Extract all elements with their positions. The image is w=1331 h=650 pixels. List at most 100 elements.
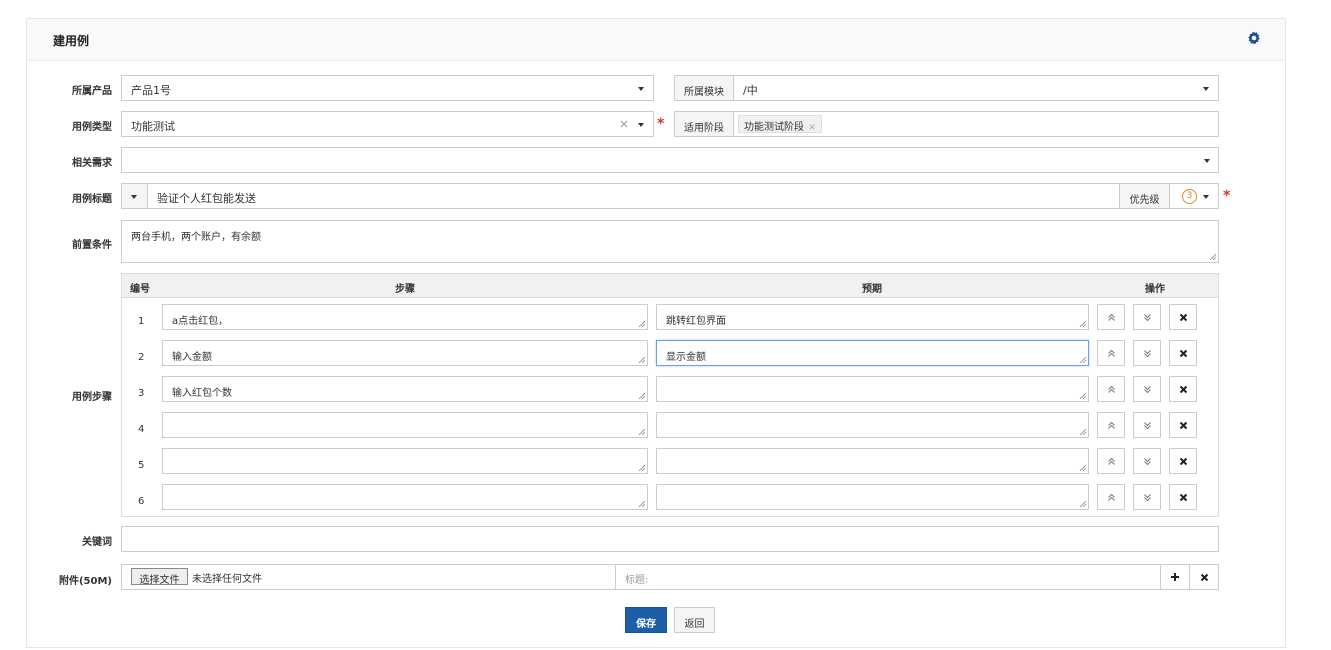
header-step: 步骤 — [395, 284, 415, 295]
header-expect: 预期 — [862, 284, 882, 295]
step-row: 3 输入红包个数 — [122, 375, 1218, 411]
chevron-down-icon — [1203, 87, 1209, 91]
expect-textarea[interactable] — [656, 448, 1089, 474]
move-up-button[interactable] — [1097, 376, 1125, 402]
case-type-value: 功能测试 — [131, 120, 175, 133]
title-input[interactable]: 验证个人红包能发送 — [147, 183, 1120, 209]
choose-file-button[interactable]: 选择文件 — [131, 568, 188, 586]
close-icon — [1179, 349, 1188, 358]
double-chevron-up-icon — [1108, 349, 1115, 357]
step-row: 2 输入金额 显示金额 — [122, 339, 1218, 375]
case-type-select[interactable]: 功能测试 — [121, 111, 654, 137]
remove-attachment-button[interactable] — [1189, 564, 1219, 590]
move-down-button[interactable] — [1133, 304, 1161, 330]
delete-step-button[interactable] — [1169, 448, 1197, 474]
keywords-label: 关键词 — [82, 537, 112, 548]
keywords-input[interactable] — [121, 526, 1219, 552]
step-row: 1 a点击红包， 跳转红包界面 — [122, 303, 1218, 339]
required-mark: * — [1223, 188, 1231, 204]
step-row: 4 — [122, 411, 1218, 447]
move-down-button[interactable] — [1133, 412, 1161, 438]
resize-grip-icon[interactable] — [1209, 253, 1216, 260]
step-textarea[interactable] — [162, 412, 648, 438]
save-button[interactable]: 保存 — [625, 607, 667, 633]
chevron-down-icon — [1204, 159, 1210, 163]
attachment-title-input[interactable]: 标题: — [615, 564, 1161, 590]
header-ops: 操作 — [1145, 284, 1165, 295]
chevron-down-icon — [1203, 195, 1209, 199]
delete-step-button[interactable] — [1169, 376, 1197, 402]
expect-textarea[interactable] — [656, 376, 1089, 402]
move-up-button[interactable] — [1097, 484, 1125, 510]
expect-textarea[interactable]: 跳转红包界面 — [656, 304, 1089, 330]
move-down-button[interactable] — [1133, 340, 1161, 366]
move-down-button[interactable] — [1133, 448, 1161, 474]
double-chevron-down-icon — [1144, 422, 1151, 430]
no-file-text: 未选择任何文件 — [192, 574, 262, 585]
attachment-label: 附件(50M) — [58, 576, 112, 587]
story-select[interactable] — [121, 147, 1219, 173]
module-label: 所属模块 — [674, 75, 734, 101]
add-attachment-button[interactable] — [1160, 564, 1190, 590]
expect-textarea[interactable]: 显示金额 — [656, 340, 1089, 366]
close-icon — [1179, 457, 1188, 466]
chevron-down-icon — [638, 123, 644, 127]
chevron-down-icon — [638, 87, 644, 91]
delete-step-button[interactable] — [1169, 340, 1197, 366]
required-mark: * — [657, 116, 665, 132]
stage-label: 适用阶段 — [674, 111, 734, 137]
stage-select[interactable]: 功能测试阶段 × — [733, 111, 1219, 137]
resize-grip-icon — [638, 392, 645, 399]
double-chevron-down-icon — [1144, 314, 1151, 322]
remove-tag-icon[interactable]: × — [808, 122, 816, 133]
precondition-value: 两台手机，两个账户，有余额 — [131, 232, 261, 243]
product-select[interactable]: 产品1号 — [121, 75, 654, 101]
resize-grip-icon — [638, 428, 645, 435]
step-textarea[interactable] — [162, 484, 648, 510]
expect-textarea[interactable] — [656, 484, 1089, 510]
double-chevron-up-icon — [1108, 313, 1115, 321]
gear-icon[interactable] — [1247, 31, 1261, 45]
move-down-button[interactable] — [1133, 484, 1161, 510]
close-icon — [1179, 421, 1188, 430]
resize-grip-icon — [638, 356, 645, 363]
close-icon — [1200, 573, 1209, 582]
double-chevron-up-icon — [1108, 385, 1115, 393]
product-value: 产品1号 — [131, 84, 171, 97]
title-value: 验证个人红包能发送 — [157, 192, 256, 205]
delete-step-button[interactable] — [1169, 304, 1197, 330]
priority-select[interactable]: 3 — [1169, 183, 1219, 209]
delete-step-button[interactable] — [1169, 412, 1197, 438]
step-row: 5 — [122, 447, 1218, 483]
move-up-button[interactable] — [1097, 412, 1125, 438]
close-icon — [1179, 493, 1188, 502]
header-num: 编号 — [130, 284, 150, 295]
clear-icon[interactable] — [619, 119, 629, 129]
step-textarea[interactable]: a点击红包， — [162, 304, 648, 330]
title-color-dropdown[interactable] — [121, 183, 148, 209]
delete-step-button[interactable] — [1169, 484, 1197, 510]
case-type-label: 用例类型 — [72, 122, 112, 133]
chevron-down-icon — [131, 195, 137, 199]
precondition-textarea[interactable]: 两台手机，两个账户，有余额 — [121, 220, 1219, 263]
step-textarea[interactable] — [162, 448, 648, 474]
story-label: 相关需求 — [72, 158, 112, 169]
step-textarea[interactable]: 输入金额 — [162, 340, 648, 366]
move-up-button[interactable] — [1097, 448, 1125, 474]
steps-table: 编号 步骤 预期 操作 1 a点击红包， 跳转红包界面 2 输入金额 显示金额 … — [121, 273, 1219, 517]
close-icon — [1179, 385, 1188, 394]
double-chevron-down-icon — [1144, 386, 1151, 394]
resize-grip-icon — [1079, 356, 1086, 363]
step-textarea[interactable]: 输入红包个数 — [162, 376, 648, 402]
expect-textarea[interactable] — [656, 412, 1089, 438]
resize-grip-icon — [1079, 464, 1086, 471]
close-icon — [1179, 313, 1188, 322]
back-button[interactable]: 返回 — [674, 607, 715, 633]
move-up-button[interactable] — [1097, 304, 1125, 330]
move-down-button[interactable] — [1133, 376, 1161, 402]
module-select[interactable]: /中 — [733, 75, 1219, 101]
product-label: 所属产品 — [72, 86, 112, 97]
resize-grip-icon — [1079, 392, 1086, 399]
stage-tag[interactable]: 功能测试阶段 × — [738, 115, 823, 133]
move-up-button[interactable] — [1097, 340, 1125, 366]
